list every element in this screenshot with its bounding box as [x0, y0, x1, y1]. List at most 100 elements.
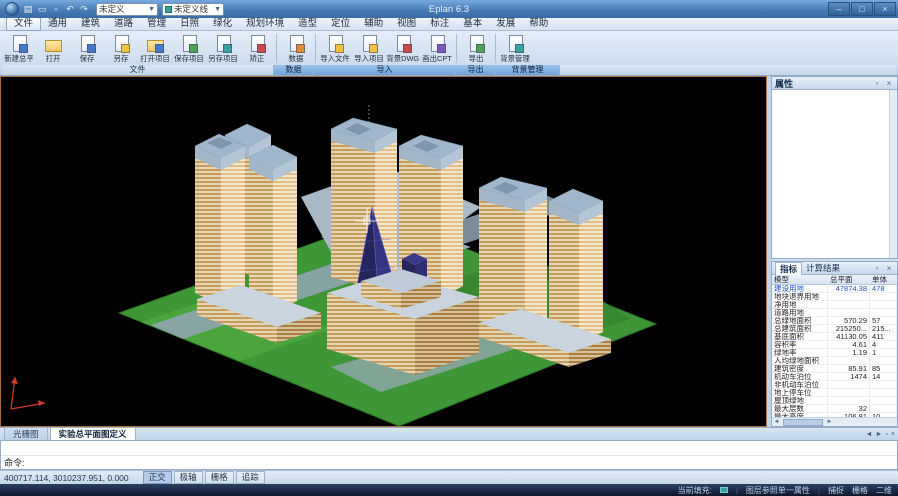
table-row[interactable]: 净用地	[772, 301, 897, 309]
app-window: ▤ ▭ ▫ ↶ ↷ 未定义 ▼ 未定义线 ▼ Eplan 6.3 – □ × 文…	[0, 0, 898, 496]
scroll-right-icon[interactable]: ►	[825, 419, 834, 425]
toggle-grid[interactable]: 栅格	[205, 471, 234, 484]
table-row[interactable]: 人均绿地面积	[772, 357, 897, 365]
toolbar-button-save-project[interactable]: 保存项目	[172, 32, 206, 65]
bottom-dark-bar: 当前填充: | 图层参照单一属性 | 捕捉 栅格 二维	[0, 484, 898, 496]
menu-item[interactable]: 建筑	[74, 18, 107, 30]
scrollbar-thumb[interactable]	[783, 419, 823, 426]
toolbar-group-bar: 文件 数据 导入 导出 背景管理	[0, 65, 898, 76]
table-row[interactable]: 机动车泊位147414	[772, 373, 897, 381]
open-icon[interactable]: ▭	[36, 3, 48, 15]
menu-item[interactable]: 视图	[390, 18, 423, 30]
grid-toggle[interactable]: 栅格	[852, 485, 868, 496]
metrics-horizontal-scrollbar[interactable]: ◄ ►	[772, 417, 897, 426]
table-row[interactable]: 基底面积41130.05411	[772, 333, 897, 341]
toolbar-button-output-cpt[interactable]: 画出CPT	[420, 32, 454, 65]
minimize-button[interactable]: –	[828, 2, 850, 16]
menu-item[interactable]: 标注	[423, 18, 456, 30]
save-icon[interactable]: ▤	[22, 3, 34, 15]
menu-item[interactable]: 管理	[140, 18, 173, 30]
menu-item[interactable]: 通用	[41, 18, 74, 30]
toolbar-button-export[interactable]: 导出	[459, 32, 493, 65]
command-history[interactable]	[1, 441, 897, 456]
tab-calc-results[interactable]: 计算结果	[802, 262, 844, 274]
table-row[interactable]: 道路用地	[772, 309, 897, 317]
snap-toggle[interactable]: 捕捉	[828, 485, 844, 496]
menu-item[interactable]: 基本	[456, 18, 489, 30]
table-row[interactable]: 非机动车泊位	[772, 381, 897, 389]
data-icon	[285, 34, 307, 53]
table-row[interactable]: 绿地率1.191	[772, 349, 897, 357]
redo-icon[interactable]: ↷	[78, 3, 90, 15]
menu-item[interactable]: 定位	[324, 18, 357, 30]
toolbar-button-save[interactable]: 保存	[70, 32, 104, 65]
menu-item[interactable]: 辅助	[357, 18, 390, 30]
menu-item[interactable]: 发展	[489, 18, 522, 30]
toolbar-button-import-file[interactable]: 导入文件	[318, 32, 352, 65]
maximize-button[interactable]: □	[851, 2, 873, 16]
menu-item-file[interactable]: 文件	[6, 17, 41, 31]
toolbar-button-save-as[interactable]: 另存	[104, 32, 138, 65]
toolbar-button-data[interactable]: 数据	[279, 32, 313, 65]
ucs-axis-icon	[11, 377, 45, 409]
toolbar-button-new-site-plan[interactable]: 新建总平	[2, 32, 36, 65]
app-menu-button[interactable]	[5, 2, 19, 16]
toggle-track[interactable]: 追踪	[236, 471, 265, 484]
tab-scroll-right-icon[interactable]: ►	[875, 431, 882, 438]
toolbar-button-open-project[interactable]: 打开项目	[138, 32, 172, 65]
layer-reference-label[interactable]: 图层参照单一属性	[746, 485, 810, 496]
pin-icon[interactable]: ▫	[872, 79, 882, 88]
close-icon[interactable]: ×	[884, 79, 894, 88]
toolbar-button-save-project-as[interactable]: 另存项目	[206, 32, 240, 65]
mode-2d-toggle[interactable]: 二维	[876, 485, 892, 496]
menu-item[interactable]: 造型	[291, 18, 324, 30]
import-file-icon	[324, 34, 346, 53]
pin-icon[interactable]: ▫	[872, 264, 882, 273]
table-row[interactable]: 最大层数32	[772, 405, 897, 413]
close-icon[interactable]: ×	[891, 431, 895, 438]
toolbar-button-correct[interactable]: 矫正	[240, 32, 274, 65]
table-row[interactable]: 容积率4.614	[772, 341, 897, 349]
col-unit: 单体	[870, 275, 897, 284]
menu-item[interactable]: 日照	[173, 18, 206, 30]
toggle-polar[interactable]: 极轴	[174, 471, 203, 484]
linetype-dropdown[interactable]: 未定义线 ▼	[162, 3, 224, 16]
toolbar-button-background-manager[interactable]: 背景管理	[498, 32, 532, 65]
viewport-3d[interactable]	[0, 76, 767, 427]
toolbar-separator	[276, 34, 277, 63]
fill-color-swatch[interactable]	[720, 487, 728, 493]
properties-scrollbar[interactable]	[889, 90, 897, 258]
cursor-coordinates: 400717.114, 3010237.951, 0.000	[4, 473, 129, 483]
style-dropdown[interactable]: 未定义 ▼	[96, 3, 158, 16]
tab-scroll-left-icon[interactable]: ◄	[866, 431, 873, 438]
menu-item[interactable]: 道路	[107, 18, 140, 30]
properties-panel-body	[772, 90, 897, 258]
command-input[interactable]	[28, 458, 894, 468]
toolbar-button-import-project[interactable]: 导入项目	[352, 32, 386, 65]
table-row[interactable]: 总建筑面积215250...215...	[772, 325, 897, 333]
scroll-left-icon[interactable]: ◄	[772, 419, 781, 425]
undo-icon[interactable]: ↶	[64, 3, 76, 15]
toggle-ortho[interactable]: 正交	[143, 471, 172, 484]
menu-item[interactable]: 规划环境	[239, 18, 291, 30]
col-siteplan: 总平面	[828, 275, 870, 284]
menu-item[interactable]: 绿化	[206, 18, 239, 30]
tab-metrics[interactable]: 指标	[775, 262, 802, 275]
table-row[interactable]: 地上停车位	[772, 389, 897, 397]
pin-icon[interactable]: ▫	[885, 431, 887, 438]
table-row[interactable]: 屋顶绿地	[772, 397, 897, 405]
doc-tab-raster[interactable]: 光栅图	[4, 427, 48, 440]
table-row[interactable]: 建筑密度85.9185	[772, 365, 897, 373]
new-icon[interactable]: ▫	[50, 3, 62, 15]
menu-bar: 文件 通用 建筑 道路 管理 日照 绿化 规划环境 造型 定位 辅助 视图 标注…	[0, 18, 898, 31]
menu-item-help[interactable]: 帮助	[522, 18, 555, 30]
toolbar-button-open[interactable]: 打开	[36, 32, 70, 65]
table-row[interactable]: 建设用地47874.38478	[772, 285, 897, 293]
close-button[interactable]: ×	[874, 2, 896, 16]
table-row[interactable]: 总绿地面积570.2957	[772, 317, 897, 325]
background-dwg-icon	[392, 34, 414, 53]
doc-tab-siteplan-definition[interactable]: 实验总平面图定义	[50, 427, 136, 440]
close-icon[interactable]: ×	[884, 264, 894, 273]
toolbar-button-background-dwg[interactable]: 背景DWG	[386, 32, 420, 65]
table-row[interactable]: 地块退界用地	[772, 293, 897, 301]
